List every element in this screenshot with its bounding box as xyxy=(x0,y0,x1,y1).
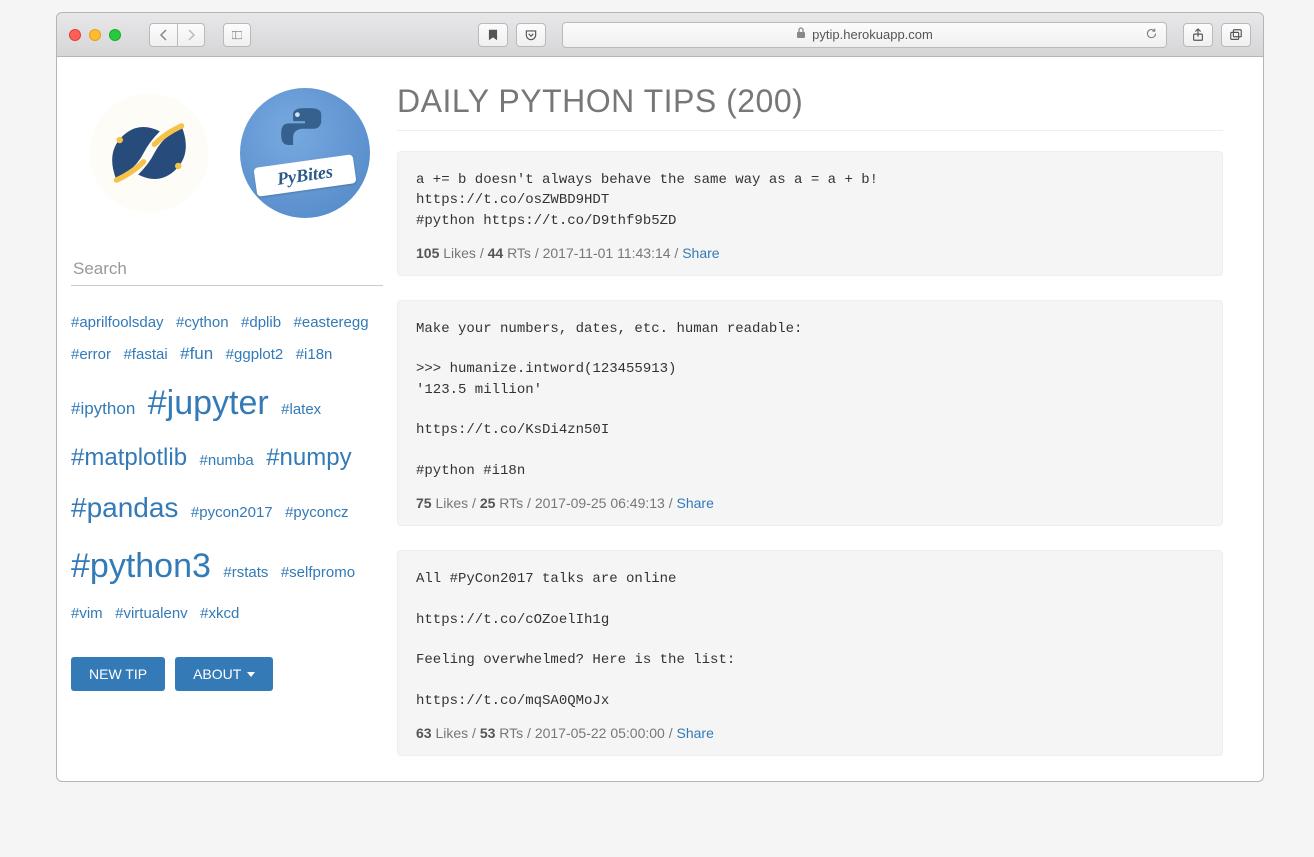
close-window-button[interactable] xyxy=(69,29,81,41)
tip-card: a += b doesn't always behave the same wa… xyxy=(397,151,1223,276)
reload-icon[interactable] xyxy=(1145,27,1158,43)
tag-link[interactable]: #cython xyxy=(176,309,229,338)
tips-list: a += b doesn't always behave the same wa… xyxy=(397,151,1223,756)
python-tips-logo[interactable] xyxy=(79,83,219,223)
tag-link[interactable]: #pycon2017 xyxy=(191,499,273,528)
page-title: DAILY PYTHON TIPS (200) xyxy=(397,83,1223,131)
tag-link[interactable]: #ipython xyxy=(71,393,135,425)
page-content: PyBites #aprilfoolsday #cython #dplib #e… xyxy=(56,57,1264,782)
tip-meta: 105 Likes / 44 RTs / 2017-11-01 11:43:14… xyxy=(416,245,1204,261)
rts-count: 25 xyxy=(480,495,496,511)
tip-text: All #PyCon2017 talks are online https://… xyxy=(416,569,1204,711)
tag-link[interactable]: #virtualenv xyxy=(115,600,188,629)
minimize-window-button[interactable] xyxy=(89,29,101,41)
tag-cloud: #aprilfoolsday #cython #dplib #easteregg… xyxy=(71,308,383,629)
address-bar[interactable]: pytip.herokuapp.com xyxy=(562,22,1167,48)
likes-count: 63 xyxy=(416,725,432,741)
tag-link[interactable]: #dplib xyxy=(241,309,281,338)
tag-link[interactable]: #ggplot2 xyxy=(226,341,284,370)
share-link[interactable]: Share xyxy=(682,245,719,261)
tag-link[interactable]: #pandas xyxy=(71,481,178,534)
about-dropdown-button[interactable]: ABOUT xyxy=(175,657,273,691)
sidebar-toggle-button[interactable] xyxy=(223,23,251,47)
tag-link[interactable]: #fastai xyxy=(123,341,167,370)
tag-link[interactable]: #easteregg xyxy=(294,309,369,338)
tag-link[interactable]: #matplotlib xyxy=(71,435,187,481)
sidebar: PyBites #aprilfoolsday #cython #dplib #e… xyxy=(57,73,397,771)
caret-down-icon xyxy=(247,672,255,677)
back-button[interactable] xyxy=(149,23,177,47)
tag-link[interactable]: #jupyter xyxy=(148,371,269,436)
tag-link[interactable]: #python3 xyxy=(71,534,211,599)
rts-count: 44 xyxy=(488,245,504,261)
evernote-extension-icon[interactable] xyxy=(478,23,508,47)
tag-link[interactable]: #i18n xyxy=(296,341,333,370)
maximize-window-button[interactable] xyxy=(109,29,121,41)
pybites-logo[interactable]: PyBites xyxy=(235,83,375,223)
tip-text: Make your numbers, dates, etc. human rea… xyxy=(416,319,1204,481)
timestamp: 2017-09-25 06:49:13 xyxy=(535,495,665,511)
tag-link[interactable]: #vim xyxy=(71,600,103,629)
tag-link[interactable]: #selfpromo xyxy=(281,559,355,588)
share-button[interactable] xyxy=(1183,23,1213,47)
window-controls xyxy=(69,29,121,41)
pybites-ribbon-text: PyBites xyxy=(253,154,356,197)
about-label: ABOUT xyxy=(193,666,241,682)
timestamp: 2017-11-01 11:43:14 xyxy=(543,245,671,261)
tag-link[interactable]: #numba xyxy=(200,447,254,476)
likes-count: 105 xyxy=(416,245,439,261)
tag-link[interactable]: #fun xyxy=(180,338,213,370)
lock-icon xyxy=(796,27,806,42)
share-link[interactable]: Share xyxy=(677,725,714,741)
python-icon xyxy=(279,106,331,158)
tag-link[interactable]: #xkcd xyxy=(200,600,239,629)
tip-card: Make your numbers, dates, etc. human rea… xyxy=(397,300,1223,526)
pocket-extension-icon[interactable] xyxy=(516,23,546,47)
rts-count: 53 xyxy=(480,725,496,741)
tag-link[interactable]: #aprilfoolsday xyxy=(71,309,164,338)
tip-meta: 75 Likes / 25 RTs / 2017-09-25 06:49:13 … xyxy=(416,495,1204,511)
tag-link[interactable]: #latex xyxy=(281,396,321,425)
tag-link[interactable]: #error xyxy=(71,341,111,370)
main-content: DAILY PYTHON TIPS (200) a += b doesn't a… xyxy=(397,73,1263,771)
forward-button[interactable] xyxy=(177,23,205,47)
tag-link[interactable]: #numpy xyxy=(266,435,351,481)
tip-text: a += b doesn't always behave the same wa… xyxy=(416,170,1204,231)
browser-toolbar: pytip.herokuapp.com xyxy=(56,12,1264,57)
tip-card: All #PyCon2017 talks are online https://… xyxy=(397,550,1223,756)
search-input[interactable] xyxy=(71,253,383,286)
url-text: pytip.herokuapp.com xyxy=(812,27,933,42)
timestamp: 2017-05-22 05:00:00 xyxy=(535,725,665,741)
tabs-button[interactable] xyxy=(1221,23,1251,47)
tip-meta: 63 Likes / 53 RTs / 2017-05-22 05:00:00 … xyxy=(416,725,1204,741)
new-tip-button[interactable]: NEW TIP xyxy=(71,657,165,691)
tag-link[interactable]: #pyconcz xyxy=(285,499,348,528)
tag-link[interactable]: #rstats xyxy=(223,559,268,588)
likes-count: 75 xyxy=(416,495,432,511)
share-link[interactable]: Share xyxy=(677,495,714,511)
logos-row: PyBites xyxy=(71,83,383,223)
